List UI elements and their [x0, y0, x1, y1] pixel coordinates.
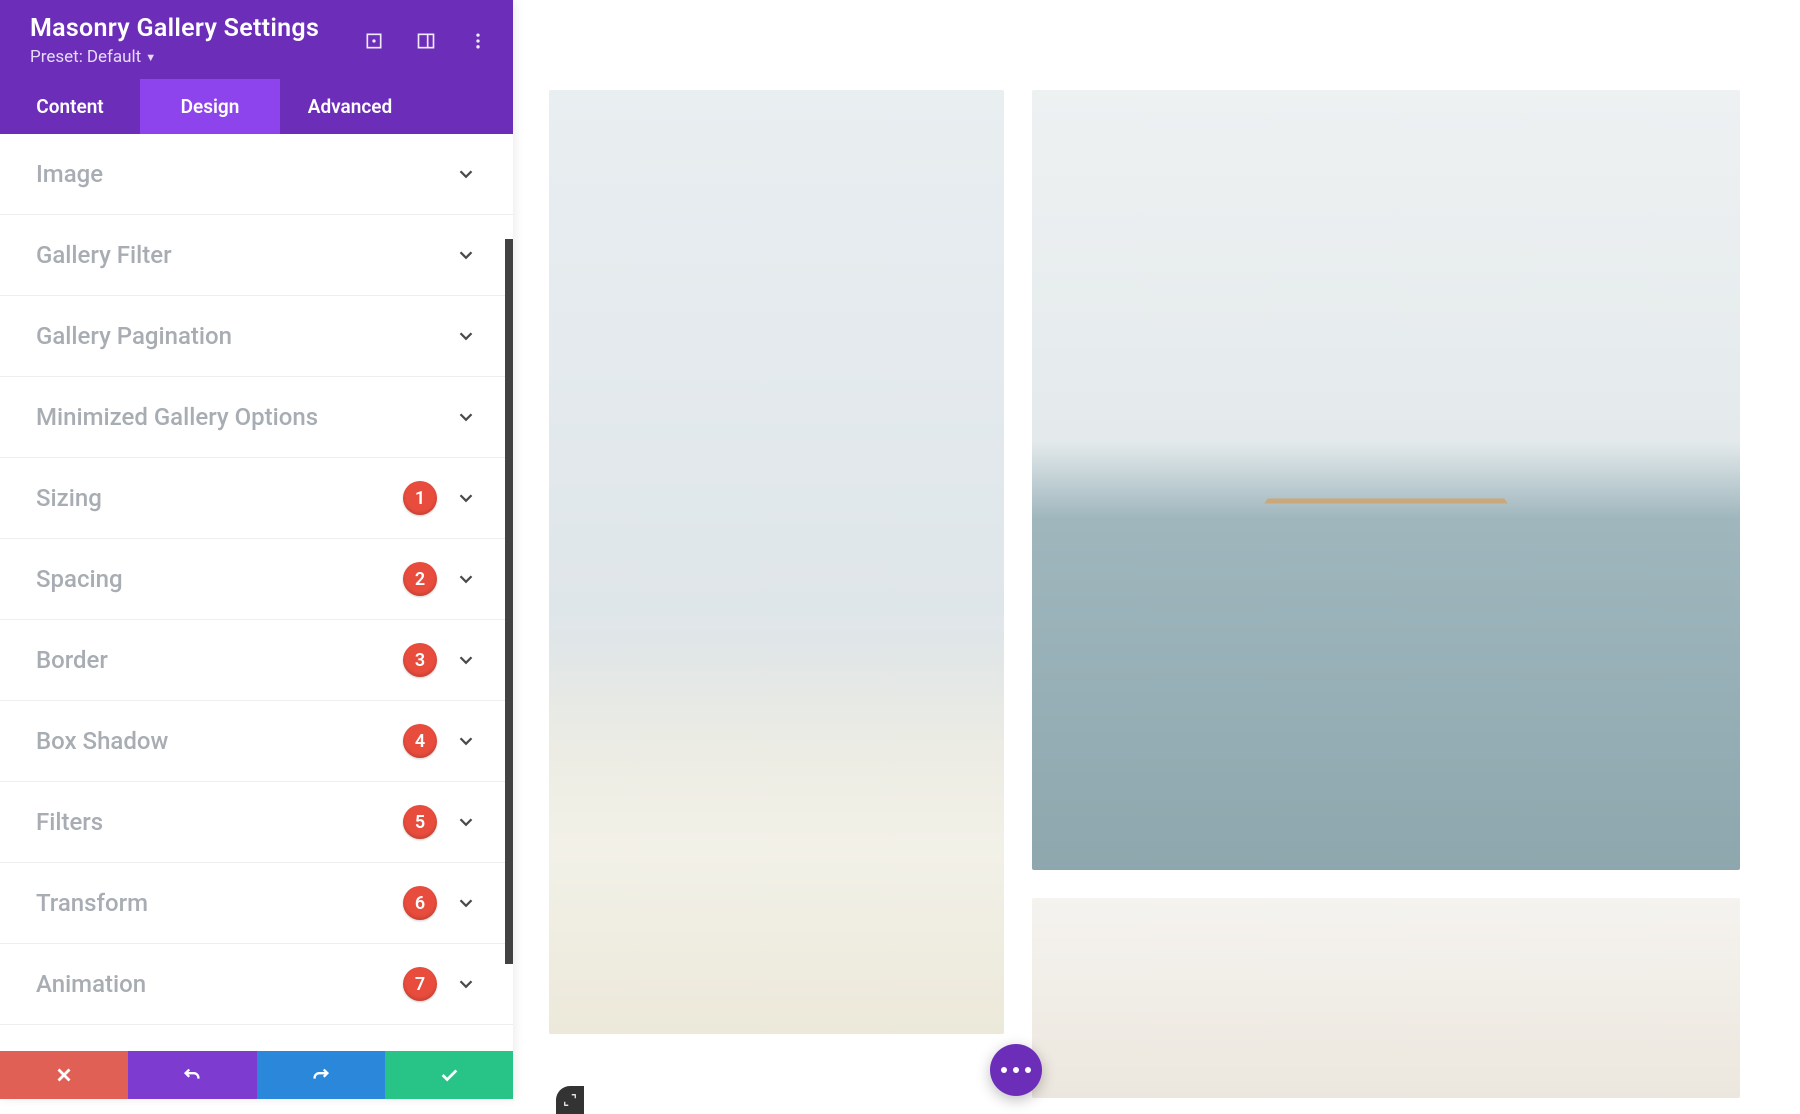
chevron-down-icon — [455, 568, 477, 590]
undo-button[interactable] — [128, 1051, 256, 1099]
annotation-badge: 7 — [403, 967, 437, 1001]
scrollbar-thumb[interactable] — [505, 239, 513, 964]
gallery-image[interactable] — [549, 90, 1004, 1034]
cancel-button[interactable] — [0, 1051, 128, 1099]
annotation-badge: 3 — [403, 643, 437, 677]
section-label: Animation — [36, 970, 146, 998]
gallery-image[interactable] — [1032, 898, 1740, 1098]
sidebar-header: Masonry Gallery Settings Preset: Default… — [0, 0, 513, 79]
section-label: Minimized Gallery Options — [36, 403, 318, 431]
section-filters[interactable]: Filters 5 — [0, 782, 513, 863]
section-label: Gallery Pagination — [36, 322, 232, 350]
section-gallery-filter[interactable]: Gallery Filter — [0, 215, 513, 296]
chevron-down-icon — [455, 244, 477, 266]
undo-icon — [181, 1064, 203, 1086]
section-label: Sizing — [36, 484, 102, 512]
section-gallery-pagination[interactable]: Gallery Pagination — [0, 296, 513, 377]
check-icon — [438, 1064, 460, 1086]
section-minimized-gallery-options[interactable]: Minimized Gallery Options — [0, 377, 513, 458]
section-label: Gallery Filter — [36, 241, 172, 269]
chevron-down-icon — [455, 892, 477, 914]
chevron-down-icon — [455, 487, 477, 509]
section-transform[interactable]: Transform 6 — [0, 863, 513, 944]
expand-frame-icon[interactable] — [363, 30, 385, 52]
tab-design[interactable]: Design — [140, 79, 280, 134]
section-label: Border — [36, 646, 108, 674]
tab-content[interactable]: Content — [0, 79, 140, 134]
settings-tabs: Content Design Advanced — [0, 79, 513, 134]
chevron-down-icon — [455, 811, 477, 833]
section-box-shadow[interactable]: Box Shadow 4 — [0, 701, 513, 782]
chevron-down-icon — [455, 325, 477, 347]
section-border[interactable]: Border 3 — [0, 620, 513, 701]
preset-prefix: Preset: — [30, 47, 83, 67]
chevron-down-icon — [455, 730, 477, 752]
section-label: Filters — [36, 808, 103, 836]
more-options-icon[interactable] — [467, 30, 489, 52]
sidebar-footer — [0, 1051, 513, 1099]
section-label: Spacing — [36, 565, 123, 593]
expand-icon — [563, 1093, 577, 1107]
dock-panel-icon[interactable] — [415, 30, 437, 52]
section-label: Image — [36, 160, 103, 188]
gallery-image[interactable] — [1032, 90, 1740, 870]
design-section-list: Image Gallery Filter Gallery Pagination … — [0, 134, 513, 1051]
builder-fab-button[interactable] — [990, 1044, 1042, 1096]
dot-icon — [1013, 1067, 1019, 1073]
caret-down-icon: ▼ — [145, 51, 156, 64]
redo-button[interactable] — [257, 1051, 385, 1099]
section-animation[interactable]: Animation 7 — [0, 944, 513, 1025]
resize-handle[interactable] — [556, 1086, 584, 1114]
section-sizing[interactable]: Sizing 1 — [0, 458, 513, 539]
annotation-badge: 4 — [403, 724, 437, 758]
masonry-gallery — [549, 90, 1740, 1098]
annotation-badge: 5 — [403, 805, 437, 839]
section-image[interactable]: Image — [0, 134, 513, 215]
preset-value: Default — [87, 47, 141, 67]
section-label: Box Shadow — [36, 727, 168, 755]
chevron-down-icon — [455, 163, 477, 185]
preview-canvas — [513, 0, 1800, 1099]
chevron-down-icon — [455, 406, 477, 428]
chevron-down-icon — [455, 649, 477, 671]
preset-selector[interactable]: Preset: Default ▼ — [30, 47, 319, 67]
chevron-down-icon — [455, 973, 477, 995]
tab-advanced[interactable]: Advanced — [280, 79, 420, 134]
settings-sidebar: Masonry Gallery Settings Preset: Default… — [0, 0, 513, 1099]
annotation-badge: 1 — [403, 481, 437, 515]
dot-icon — [1001, 1067, 1007, 1073]
redo-icon — [310, 1064, 332, 1086]
annotation-badge: 6 — [403, 886, 437, 920]
dot-icon — [1025, 1067, 1031, 1073]
close-icon — [53, 1064, 75, 1086]
section-label: Transform — [36, 889, 148, 917]
section-spacing[interactable]: Spacing 2 — [0, 539, 513, 620]
panel-title: Masonry Gallery Settings — [30, 14, 319, 43]
annotation-badge: 2 — [403, 562, 437, 596]
save-button[interactable] — [385, 1051, 513, 1099]
